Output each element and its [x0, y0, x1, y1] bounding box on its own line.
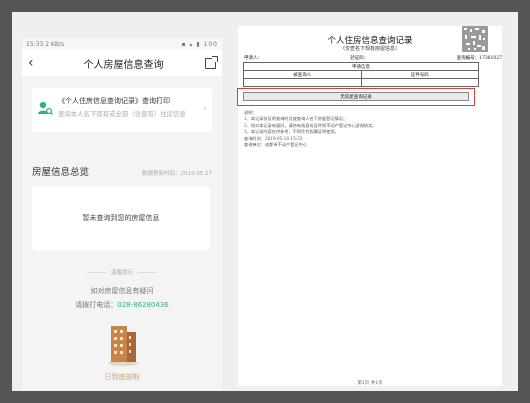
hint-call: 请拨打电话：028-86280436	[22, 300, 222, 310]
share-icon[interactable]	[205, 55, 218, 69]
hint-header: 温馨提示	[32, 268, 212, 276]
building-illustration-icon	[108, 326, 138, 366]
status-bar: 15:33 2 KB/s ▪ ▴ ▮ 100	[22, 38, 222, 50]
record-print-card[interactable]: 《个人住房信息查询记录》查询打印 查询本人名下现有或全部（含曾有）住房信息 ›	[32, 88, 212, 132]
empty-house-text: 暂未查询到您的房屋信息	[82, 214, 160, 222]
overview-update-date: 数据更新时间：2019.05.17	[142, 171, 212, 177]
network-speed: 2 KB/s	[45, 40, 65, 48]
overview-title: 房屋信息总览	[32, 167, 90, 178]
verify-code-label: 验证码：	[350, 56, 369, 61]
status-time: 15:33	[26, 40, 44, 48]
hint-title: 温馨提示	[110, 270, 133, 276]
query-no-label: 查询编号：	[456, 56, 480, 61]
user-search-icon	[38, 101, 53, 115]
status-icons: ▪ ▴ ▮ 100	[181, 40, 218, 48]
document-info-line: 申请人： 验证码： 查询编号：17361027	[244, 55, 502, 61]
empty-house-card: 暂未查询到您的房屋信息	[32, 186, 210, 250]
query-no-value: 17361027	[479, 56, 502, 61]
applicant-label: 申请人：	[244, 56, 262, 61]
page-title: 个人房屋信息查询	[83, 59, 164, 71]
query-record-document: 个人住房信息查询记录 （仅查名下现有房屋信息） 申请人： 验证码： 查询编号：1…	[238, 26, 502, 386]
hint-call-prefix: 请拨打电话：	[75, 301, 118, 309]
table-cell	[360, 78, 479, 87]
document-notes: 说明： 1、本记录仅证明查询时点被查询人名下房屋登记情况。 2、如对本记录有疑问…	[244, 110, 482, 148]
record-print-title: 《个人住房信息查询记录》查询打印	[58, 97, 170, 105]
back-arrow-icon[interactable]: ‹	[28, 55, 42, 71]
no-record-result: 无房屋查询记录	[243, 92, 469, 101]
bottom-end-text: 已到底部啦	[104, 373, 140, 381]
document-subtitle: （仅查名下现有房屋信息）	[339, 46, 400, 52]
divider	[86, 271, 107, 273]
note-line: 查询单位：成都市不动产登记中心	[244, 142, 307, 148]
applicant-table: 申请信息 被查询人 证件号码	[243, 62, 479, 87]
chevron-right-icon: ›	[203, 104, 207, 114]
table-col-id-number: 证件号码	[360, 70, 479, 79]
record-print-desc: 查询本人名下现有或全部（含曾有）住房信息	[58, 110, 186, 118]
hint-question: 如对房屋信息有疑问	[90, 287, 154, 295]
table-header: 申请信息	[243, 62, 479, 71]
overview-header: 房屋信息总览 数据更新时间：2019.05.17	[32, 164, 212, 178]
phone-screen: 15:33 2 KB/s ▪ ▴ ▮ 100 ‹ 个人房屋信息查询 《个人住房信…	[22, 38, 222, 391]
table-col-queried-person: 被查询人	[243, 70, 362, 79]
page-number: 第1页 共1页	[357, 381, 383, 386]
battery-level: 100	[203, 40, 218, 48]
divider	[137, 271, 157, 273]
nav-bar: ‹ 个人房屋信息查询	[22, 50, 222, 76]
table-cell	[243, 78, 362, 87]
hotline-link[interactable]: 028-86280436	[117, 301, 169, 309]
